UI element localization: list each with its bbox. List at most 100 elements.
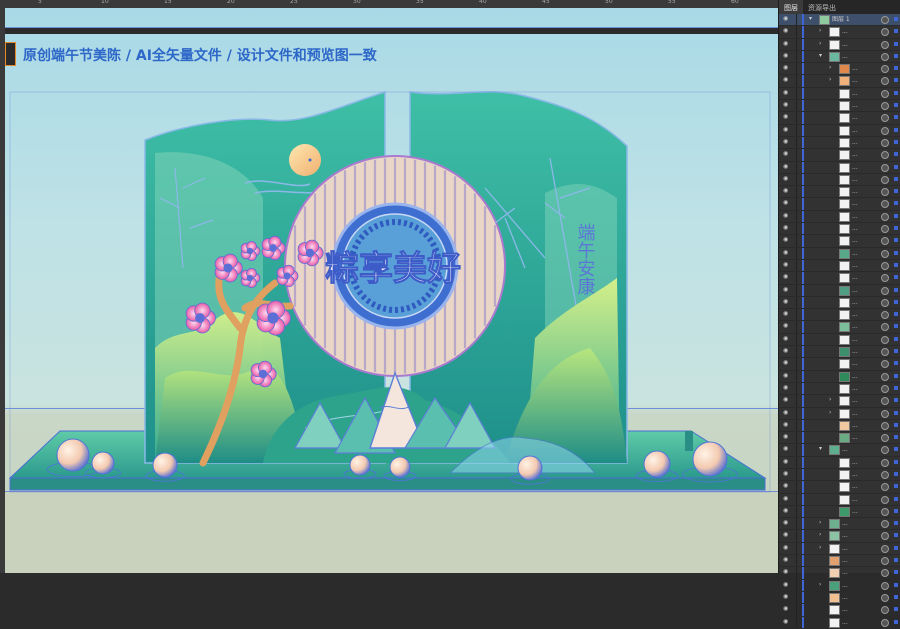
target-circle-icon[interactable] xyxy=(881,188,889,197)
eye-icon[interactable]: ◉ xyxy=(783,237,791,243)
layer-row[interactable]: ◉ ▾... xyxy=(779,50,900,64)
eye-icon[interactable]: ◉ xyxy=(783,397,791,403)
layer-row[interactable]: ◉... xyxy=(779,346,900,359)
layer-row[interactable]: ◉... xyxy=(779,259,900,273)
eye-icon[interactable]: ◉ xyxy=(783,532,791,538)
eye-icon[interactable]: ◉ xyxy=(783,348,791,354)
target-circle-icon[interactable] xyxy=(881,544,889,553)
selection-square-icon[interactable] xyxy=(894,201,898,206)
layer-row[interactable]: ◉ ›... xyxy=(779,407,900,420)
eye-icon[interactable]: ◉ xyxy=(783,40,791,47)
eye-icon[interactable]: ◉ xyxy=(783,163,791,170)
selection-square-icon[interactable] xyxy=(894,336,898,341)
eye-icon[interactable]: ◉ xyxy=(783,434,791,440)
expand-toggle-icon[interactable]: › xyxy=(819,27,821,34)
selection-square-icon[interactable] xyxy=(894,115,898,120)
eye-icon[interactable]: ◉ xyxy=(783,65,791,71)
eye-icon[interactable]: ◉ xyxy=(783,16,791,22)
selection-square-icon[interactable] xyxy=(894,29,898,34)
layer-name[interactable]: ... xyxy=(852,383,858,394)
selection-square-icon[interactable] xyxy=(894,582,898,587)
layer-row[interactable]: ◉... xyxy=(779,124,900,137)
target-circle-icon[interactable] xyxy=(881,40,889,49)
layer-row[interactable]: ◉... xyxy=(779,333,900,347)
layer-name[interactable]: ... xyxy=(852,137,858,148)
target-circle-icon[interactable] xyxy=(881,28,889,37)
layer-row[interactable]: ◉... xyxy=(779,456,900,469)
layer-name[interactable]: ... xyxy=(852,198,858,209)
target-circle-icon[interactable] xyxy=(881,65,889,74)
eye-icon[interactable]: ◉ xyxy=(783,458,791,465)
eye-icon[interactable]: ◉ xyxy=(783,28,791,34)
layer-name[interactable]: ... xyxy=(842,444,848,455)
selection-square-icon[interactable] xyxy=(894,226,898,231)
target-circle-icon[interactable] xyxy=(881,409,889,418)
target-circle-icon[interactable] xyxy=(881,114,889,123)
selection-square-icon[interactable] xyxy=(894,164,898,169)
layer-name[interactable]: ... xyxy=(842,592,848,603)
expand-toggle-icon[interactable]: ▾ xyxy=(809,15,812,22)
target-circle-icon[interactable] xyxy=(881,397,889,406)
layer-row[interactable]: ◉... xyxy=(779,505,900,519)
target-circle-icon[interactable] xyxy=(881,237,889,246)
layer-name[interactable]: ... xyxy=(842,51,848,62)
target-circle-icon[interactable] xyxy=(881,89,889,98)
selection-square-icon[interactable] xyxy=(894,152,898,157)
layer-row[interactable]: ◉... xyxy=(779,481,900,494)
selection-square-icon[interactable] xyxy=(894,619,898,624)
layer-row[interactable]: ◉... xyxy=(779,432,900,445)
target-circle-icon[interactable] xyxy=(881,298,889,307)
layer-row[interactable]: ◉ ▾ 图层 1 xyxy=(779,14,900,27)
eye-icon[interactable]: ◉ xyxy=(783,507,791,514)
target-circle-icon[interactable] xyxy=(881,507,889,516)
target-circle-icon[interactable] xyxy=(881,372,889,381)
selection-square-icon[interactable] xyxy=(894,410,898,415)
expand-toggle-icon[interactable]: › xyxy=(819,519,821,526)
layer-name[interactable]: ... xyxy=(852,235,858,246)
selection-square-icon[interactable] xyxy=(894,373,898,378)
selection-square-icon[interactable] xyxy=(894,570,898,575)
target-circle-icon[interactable] xyxy=(881,593,889,602)
target-circle-icon[interactable] xyxy=(881,483,889,492)
selection-square-icon[interactable] xyxy=(894,385,898,390)
selection-square-icon[interactable] xyxy=(894,262,898,267)
target-circle-icon[interactable] xyxy=(881,249,889,258)
expand-toggle-icon[interactable]: ▾ xyxy=(819,52,822,59)
layer-row[interactable]: ◉ ›... xyxy=(779,530,900,543)
dragon-boat-display-design[interactable]: 粽享美好 端午安康 xyxy=(5,8,778,573)
layer-name[interactable]: ... xyxy=(852,75,858,86)
layer-name[interactable]: ... xyxy=(852,297,858,308)
layer-row[interactable]: ◉... xyxy=(779,100,900,113)
tab-asset-export[interactable]: 资源导出 xyxy=(803,0,841,14)
eye-icon[interactable]: ◉ xyxy=(783,520,791,526)
selection-square-icon[interactable] xyxy=(894,312,898,317)
layer-name[interactable]: ... xyxy=(852,334,858,345)
layer-row[interactable]: ◉ ›... xyxy=(779,579,900,592)
layer-name[interactable]: ... xyxy=(852,162,858,173)
layer-name[interactable]: ... xyxy=(852,346,858,357)
artboard-canvas[interactable]: 原创端午节美陈 / AI全矢量文件 / 设计文件和预览图一致 粽享美好 端午安康 xyxy=(5,8,778,573)
layer-name[interactable]: ... xyxy=(852,494,858,505)
layer-row[interactable]: ◉ ▾... xyxy=(779,444,900,457)
selection-square-icon[interactable] xyxy=(894,41,898,46)
layer-row[interactable]: ◉... xyxy=(779,493,900,506)
selection-square-icon[interactable] xyxy=(894,398,898,403)
selection-square-icon[interactable] xyxy=(894,435,898,440)
eye-icon[interactable]: ◉ xyxy=(783,249,791,256)
target-circle-icon[interactable] xyxy=(881,360,889,369)
selection-square-icon[interactable] xyxy=(894,127,898,132)
tab-layers[interactable]: 图层 xyxy=(779,0,803,14)
selection-square-icon[interactable] xyxy=(894,189,898,194)
layer-row[interactable]: ◉... xyxy=(779,272,900,285)
layer-row[interactable]: ◉... xyxy=(779,235,900,248)
layer-row[interactable]: ◉... xyxy=(779,223,900,236)
eye-icon[interactable]: ◉ xyxy=(783,470,791,477)
layer-name[interactable]: ... xyxy=(852,395,858,406)
target-circle-icon[interactable] xyxy=(881,384,889,393)
eye-icon[interactable]: ◉ xyxy=(783,606,791,612)
eye-icon[interactable]: ◉ xyxy=(783,483,791,489)
target-circle-icon[interactable] xyxy=(881,434,889,443)
eye-icon[interactable]: ◉ xyxy=(783,298,791,305)
layer-name[interactable]: ... xyxy=(852,358,858,369)
layer-name[interactable]: ... xyxy=(852,112,858,123)
